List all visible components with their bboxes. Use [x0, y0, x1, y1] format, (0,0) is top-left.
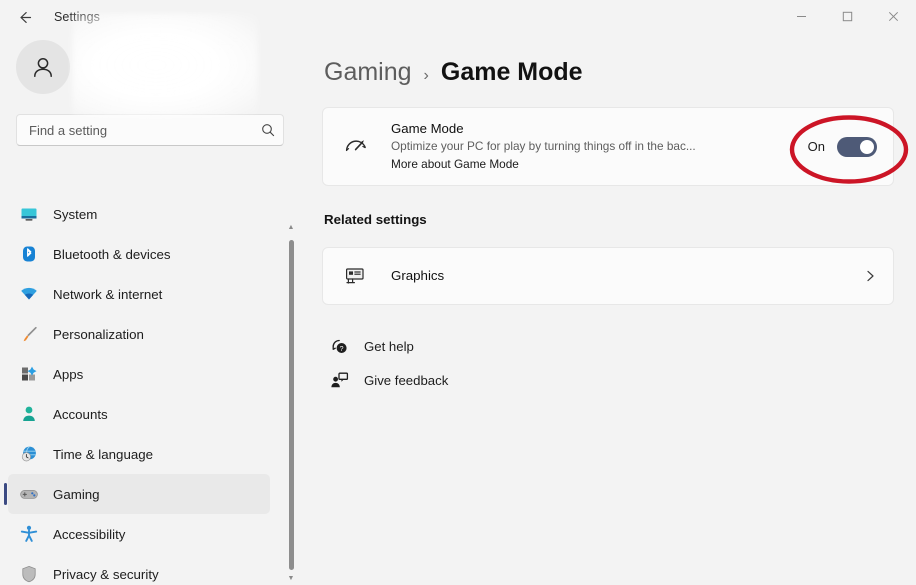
apps-grid-icon — [18, 363, 40, 385]
sidebar-item-gaming[interactable]: Gaming — [4, 474, 270, 514]
sidebar-item-label: Network & internet — [53, 286, 163, 302]
sidebar-item-apps[interactable]: Apps — [8, 354, 270, 394]
sidebar-scrollbar[interactable]: ▲ ▼ — [284, 224, 298, 585]
main-content: Gaming › Game Mode Game Mode Optimize yo… — [300, 34, 916, 585]
svg-text:?: ? — [339, 346, 343, 353]
sidebar-item-label: Bluetooth & devices — [53, 246, 171, 262]
bluetooth-icon — [18, 243, 40, 265]
get-help-link[interactable]: ? Get help — [326, 331, 894, 361]
sidebar: System Bluetooth & devices — [0, 13, 300, 585]
sidebar-nav: System Bluetooth & devices Network & int… — [0, 194, 300, 585]
sidebar-item-label: Accessibility — [53, 526, 126, 542]
page-title: Game Mode — [440, 58, 583, 86]
graphics-label: Graphics — [391, 268, 445, 283]
sidebar-item-label: Privacy & security — [53, 566, 159, 582]
search-box[interactable] — [16, 114, 284, 146]
close-button[interactable] — [870, 0, 916, 32]
scrollbar-thumb[interactable] — [289, 240, 294, 570]
settings-window: Settings — [0, 0, 916, 585]
toggle-knob — [860, 139, 874, 154]
sidebar-item-label: Accounts — [53, 406, 108, 422]
game-mode-toggle[interactable] — [837, 136, 877, 157]
get-help-label: Get help — [364, 338, 414, 354]
give-feedback-link[interactable]: Give feedback — [326, 365, 894, 395]
back-button[interactable] — [8, 1, 40, 33]
monitor-icon — [18, 203, 40, 225]
help-question-icon: ? — [326, 337, 352, 356]
toggle-state-label: On — [807, 139, 825, 154]
sidebar-item-label: System — [53, 206, 98, 222]
sidebar-item-accessibility[interactable]: Accessibility — [8, 514, 270, 554]
graphics-card-icon — [339, 264, 373, 288]
person-icon — [18, 403, 40, 425]
sidebar-item-time-language[interactable]: Time & language — [8, 434, 270, 474]
game-mode-description: Optimize your PC for play by turning thi… — [391, 139, 696, 153]
maximize-button[interactable] — [824, 0, 870, 32]
give-feedback-label: Give feedback — [364, 372, 449, 388]
graphics-settings-row[interactable]: Graphics — [322, 247, 894, 305]
sidebar-item-label: Apps — [53, 366, 84, 382]
sidebar-item-accounts[interactable]: Accounts — [8, 394, 270, 434]
scroll-down-arrow-icon[interactable]: ▼ — [288, 575, 295, 585]
breadcrumb-parent[interactable]: Gaming — [324, 58, 412, 87]
avatar — [16, 40, 70, 94]
game-mode-toggle-group[interactable]: On — [807, 136, 877, 157]
speedometer-icon — [339, 134, 373, 160]
scrollbar-track[interactable] — [284, 234, 298, 575]
sidebar-item-label: Personalization — [53, 326, 144, 342]
sidebar-item-label: Gaming — [53, 486, 100, 502]
shield-icon — [18, 563, 40, 585]
accessibility-person-icon — [18, 523, 40, 545]
account-blur-overlay — [72, 13, 258, 117]
breadcrumb: Gaming › Game Mode — [324, 58, 894, 87]
window-controls — [778, 0, 916, 34]
chevron-right-icon — [863, 269, 877, 283]
help-links: ? Get help Give feedback — [326, 331, 894, 395]
search-input[interactable] — [29, 122, 261, 138]
feedback-person-icon — [326, 371, 352, 390]
account-header[interactable] — [0, 13, 300, 117]
game-mode-card: Game Mode Optimize your PC for play by t… — [322, 107, 894, 186]
sidebar-item-label: Time & language — [53, 446, 154, 462]
gamepad-icon — [18, 483, 40, 505]
more-about-game-mode-link[interactable]: More about Game Mode — [391, 155, 792, 173]
game-mode-title: Game Mode — [391, 121, 464, 136]
sidebar-item-network-internet[interactable]: Network & internet — [8, 274, 270, 314]
sidebar-item-personalization[interactable]: Personalization — [8, 314, 270, 354]
globe-clock-icon — [18, 443, 40, 465]
breadcrumb-separator-icon: › — [423, 67, 429, 84]
minimize-button[interactable] — [778, 0, 824, 32]
graphics-row-body: Graphics — [391, 267, 851, 285]
sidebar-item-bluetooth-devices[interactable]: Bluetooth & devices — [8, 234, 270, 274]
sidebar-item-privacy-security[interactable]: Privacy & security — [8, 554, 270, 585]
paintbrush-icon — [18, 323, 40, 345]
wifi-icon — [18, 283, 40, 305]
account-info — [72, 13, 258, 117]
related-settings-heading: Related settings — [324, 212, 427, 227]
search-icon — [261, 123, 275, 137]
sidebar-item-system[interactable]: System — [8, 194, 270, 234]
scroll-up-arrow-icon[interactable]: ▲ — [288, 224, 295, 234]
game-mode-card-body: Game Mode Optimize your PC for play by t… — [391, 120, 792, 173]
